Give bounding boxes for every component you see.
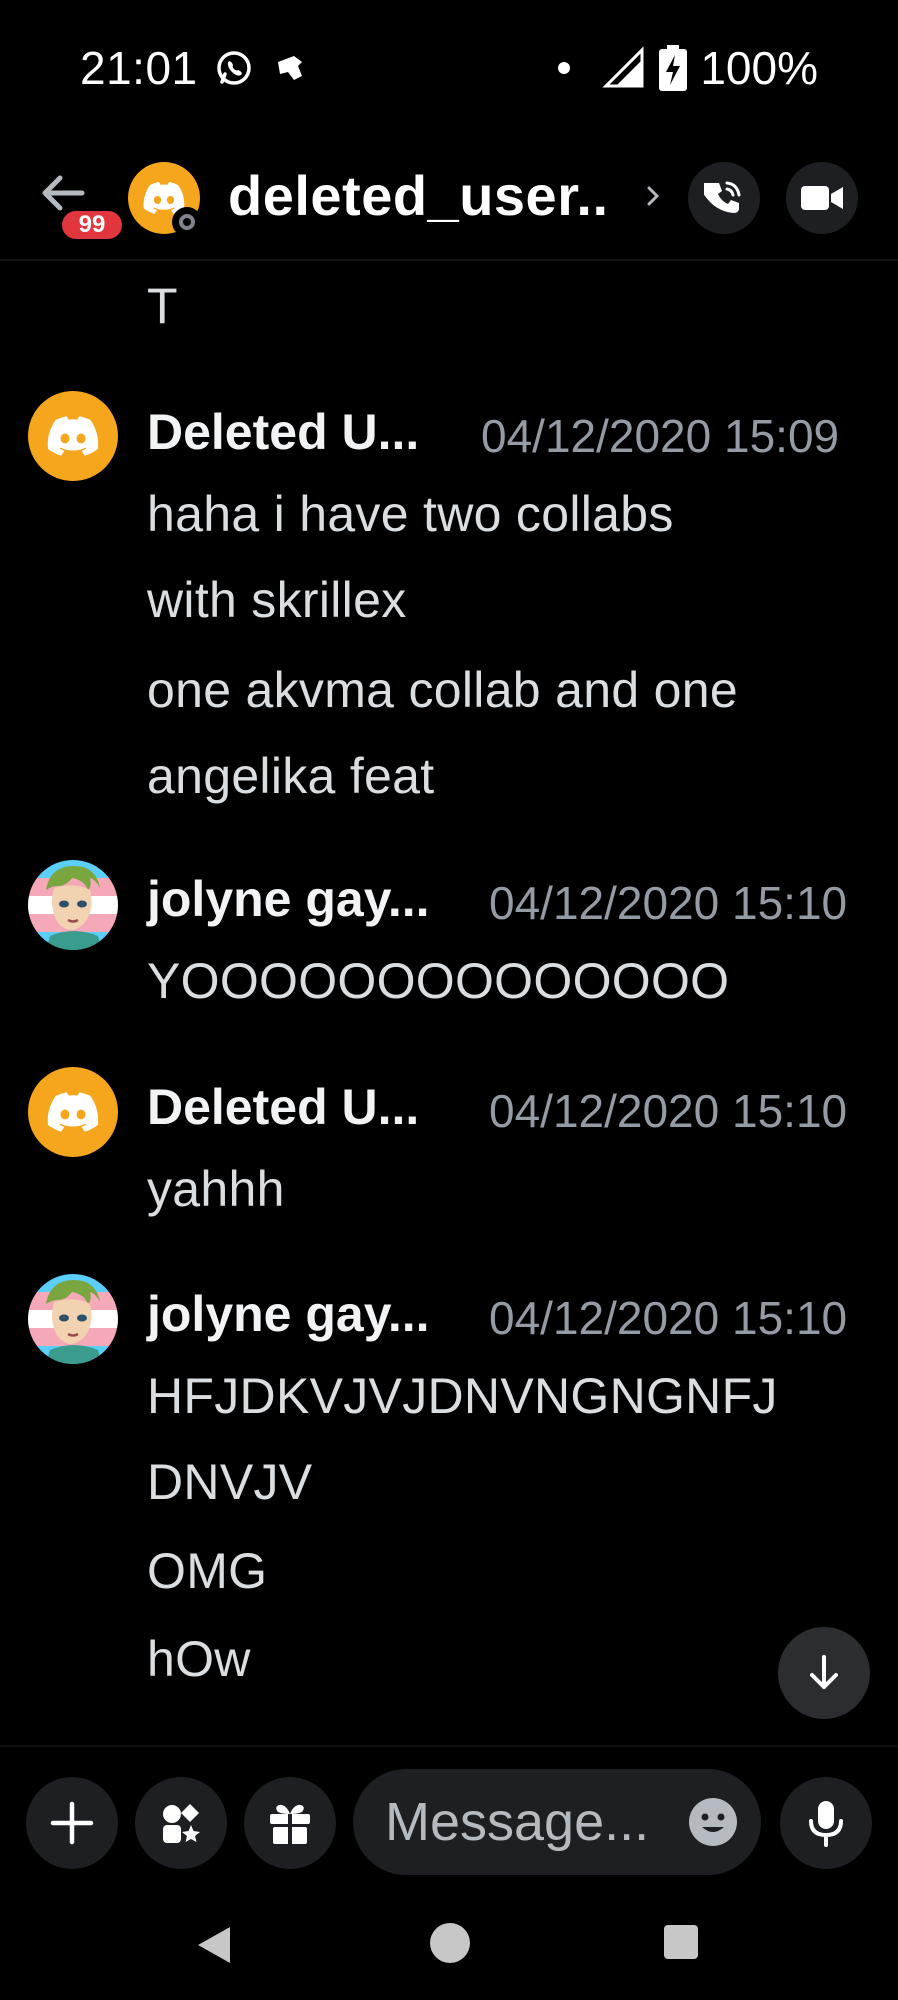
message-text: HFJDKVJVJDNVNGNGNFJ — [147, 1368, 778, 1424]
character-avatar-icon — [46, 866, 102, 950]
message-timestamp: 04/12/2020 15:10 — [489, 1085, 848, 1137]
message-text: YOOOOOOOOOOOOOO — [147, 953, 730, 1009]
message-text: OMG — [147, 1543, 268, 1599]
apps-button[interactable] — [135, 1777, 227, 1869]
voice-call-button[interactable] — [688, 162, 760, 234]
chat-header: 99 deleted_user.. — [0, 135, 898, 261]
video-call-button[interactable] — [786, 162, 858, 234]
message-list[interactable]: T Deleted U... 04/12/2020 15:09 haha i h… — [0, 263, 898, 1743]
gift-button[interactable] — [244, 1777, 336, 1869]
message-text: DNVJV — [147, 1454, 313, 1510]
discord-logo-icon — [47, 416, 99, 456]
page-title[interactable]: deleted_user.. — [228, 163, 609, 228]
message-text: hOw — [147, 1631, 251, 1687]
message-placeholder: Message... — [385, 1792, 650, 1852]
message-input[interactable]: Message... — [353, 1769, 761, 1875]
message-text: T — [147, 278, 178, 334]
microphone-icon — [809, 1801, 843, 1847]
unread-badge: 99 — [58, 207, 126, 243]
message-author[interactable]: jolyne gay... — [147, 870, 430, 928]
notification-icon — [277, 55, 302, 80]
status-bar: 21:01 100% — [0, 0, 898, 135]
emoji-icon[interactable] — [687, 1796, 739, 1848]
avatar[interactable] — [28, 860, 118, 950]
system-navigation-bar — [0, 1895, 898, 2000]
add-attachment-button[interactable] — [26, 1777, 118, 1869]
screen: 21:01 100% 99 deleted_user.. T Deleted U… — [0, 0, 898, 2000]
avatar[interactable] — [28, 391, 118, 481]
message-author[interactable]: Deleted U... — [147, 1078, 419, 1136]
scroll-to-bottom-button[interactable] — [778, 1627, 870, 1719]
character-avatar-icon — [46, 1280, 102, 1364]
message-text: angelika feat — [147, 748, 435, 804]
status-right: 100% — [558, 41, 818, 95]
gift-icon — [270, 1804, 310, 1844]
message-timestamp: 04/12/2020 15:10 — [489, 1292, 848, 1344]
nav-home-icon[interactable] — [430, 1923, 470, 1963]
discord-logo-icon — [47, 1092, 99, 1132]
message-text: with skrillex — [147, 572, 407, 628]
message-timestamp: 04/12/2020 15:10 — [489, 877, 848, 929]
message-timestamp: 04/12/2020 15:09 — [481, 410, 840, 462]
avatar[interactable] — [28, 1274, 118, 1364]
nav-back-icon[interactable] — [196, 1925, 232, 1965]
signal-icon — [602, 45, 644, 87]
apps-icon — [163, 1804, 200, 1843]
message-author[interactable]: jolyne gay... — [147, 1285, 430, 1343]
avatar[interactable] — [28, 1067, 118, 1157]
battery-charging-icon — [659, 44, 688, 91]
whatsapp-icon — [216, 50, 251, 85]
chevron-right-icon[interactable] — [646, 185, 660, 207]
status-time: 21:01 — [80, 41, 198, 94]
status-icons-left — [214, 48, 308, 88]
message-composer: Message... — [0, 1745, 898, 1895]
arrow-down-icon — [810, 1655, 838, 1689]
voice-message-button[interactable] — [780, 1777, 872, 1869]
message-text: yahhh — [147, 1161, 285, 1217]
video-camera-icon — [801, 186, 843, 210]
phone-icon — [704, 181, 741, 213]
message-text: haha i have two collabs — [147, 486, 674, 542]
status-dot — [558, 61, 571, 74]
offline-status-indicator — [172, 207, 202, 237]
nav-recents-icon[interactable] — [664, 1925, 698, 1959]
message-text: one akvma collab and one — [147, 662, 738, 718]
battery-level: 100% — [700, 41, 818, 94]
message-author[interactable]: Deleted U... — [147, 403, 419, 461]
plus-icon — [50, 1801, 94, 1845]
